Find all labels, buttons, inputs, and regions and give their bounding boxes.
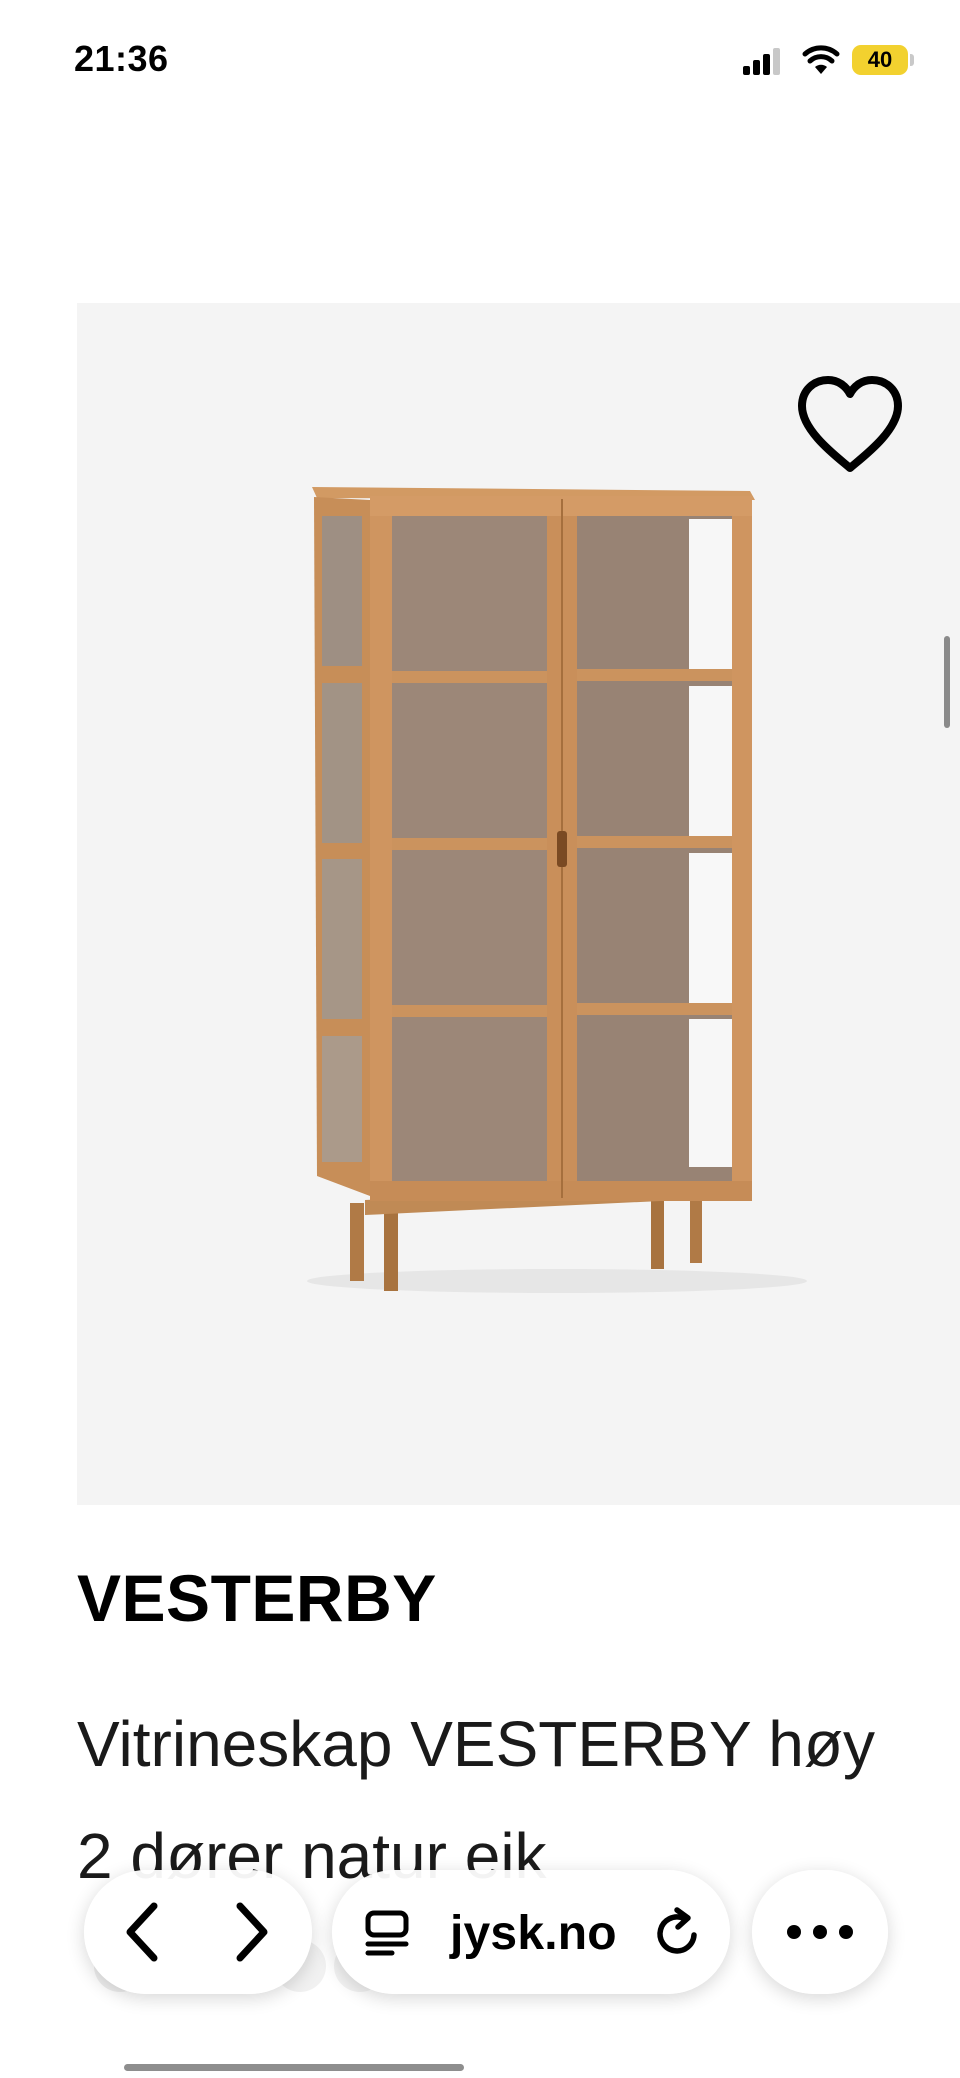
battery-icon: 40 — [852, 45, 914, 75]
status-bar: 21:36 40 — [0, 0, 960, 120]
product-image[interactable] — [77, 303, 960, 1505]
wifi-icon — [802, 45, 840, 74]
navigation-pill — [84, 1870, 312, 1994]
url-text[interactable]: jysk.no — [450, 1906, 617, 1961]
home-indicator[interactable] — [124, 2064, 464, 2071]
more-options-pill — [752, 1870, 888, 1994]
reader-mode-icon[interactable] — [362, 1908, 412, 1958]
favorite-heart-icon[interactable] — [794, 374, 906, 478]
chevron-right-icon[interactable] — [210, 1892, 290, 1972]
more-dots-icon[interactable] — [752, 1870, 888, 1994]
scroll-indicator[interactable] — [944, 636, 950, 728]
address-bar[interactable]: jysk.no — [332, 1870, 730, 1994]
cabinet-illustration — [307, 487, 807, 1293]
product-brand: VESTERBY — [77, 1561, 437, 1635]
reload-icon[interactable] — [650, 1906, 704, 1960]
chevron-left-icon[interactable] — [104, 1892, 184, 1972]
status-time: 21:36 — [74, 38, 169, 79]
page: 21:36 40 VESTERBY Vitrineskap VESTERBY h… — [0, 0, 960, 2078]
battery-level: 40 — [867, 47, 893, 72]
battery-cap — [910, 54, 914, 66]
signal-icon — [743, 48, 780, 75]
product-title-line-1: Vitrineskap VESTERBY høy — [77, 1708, 875, 1780]
